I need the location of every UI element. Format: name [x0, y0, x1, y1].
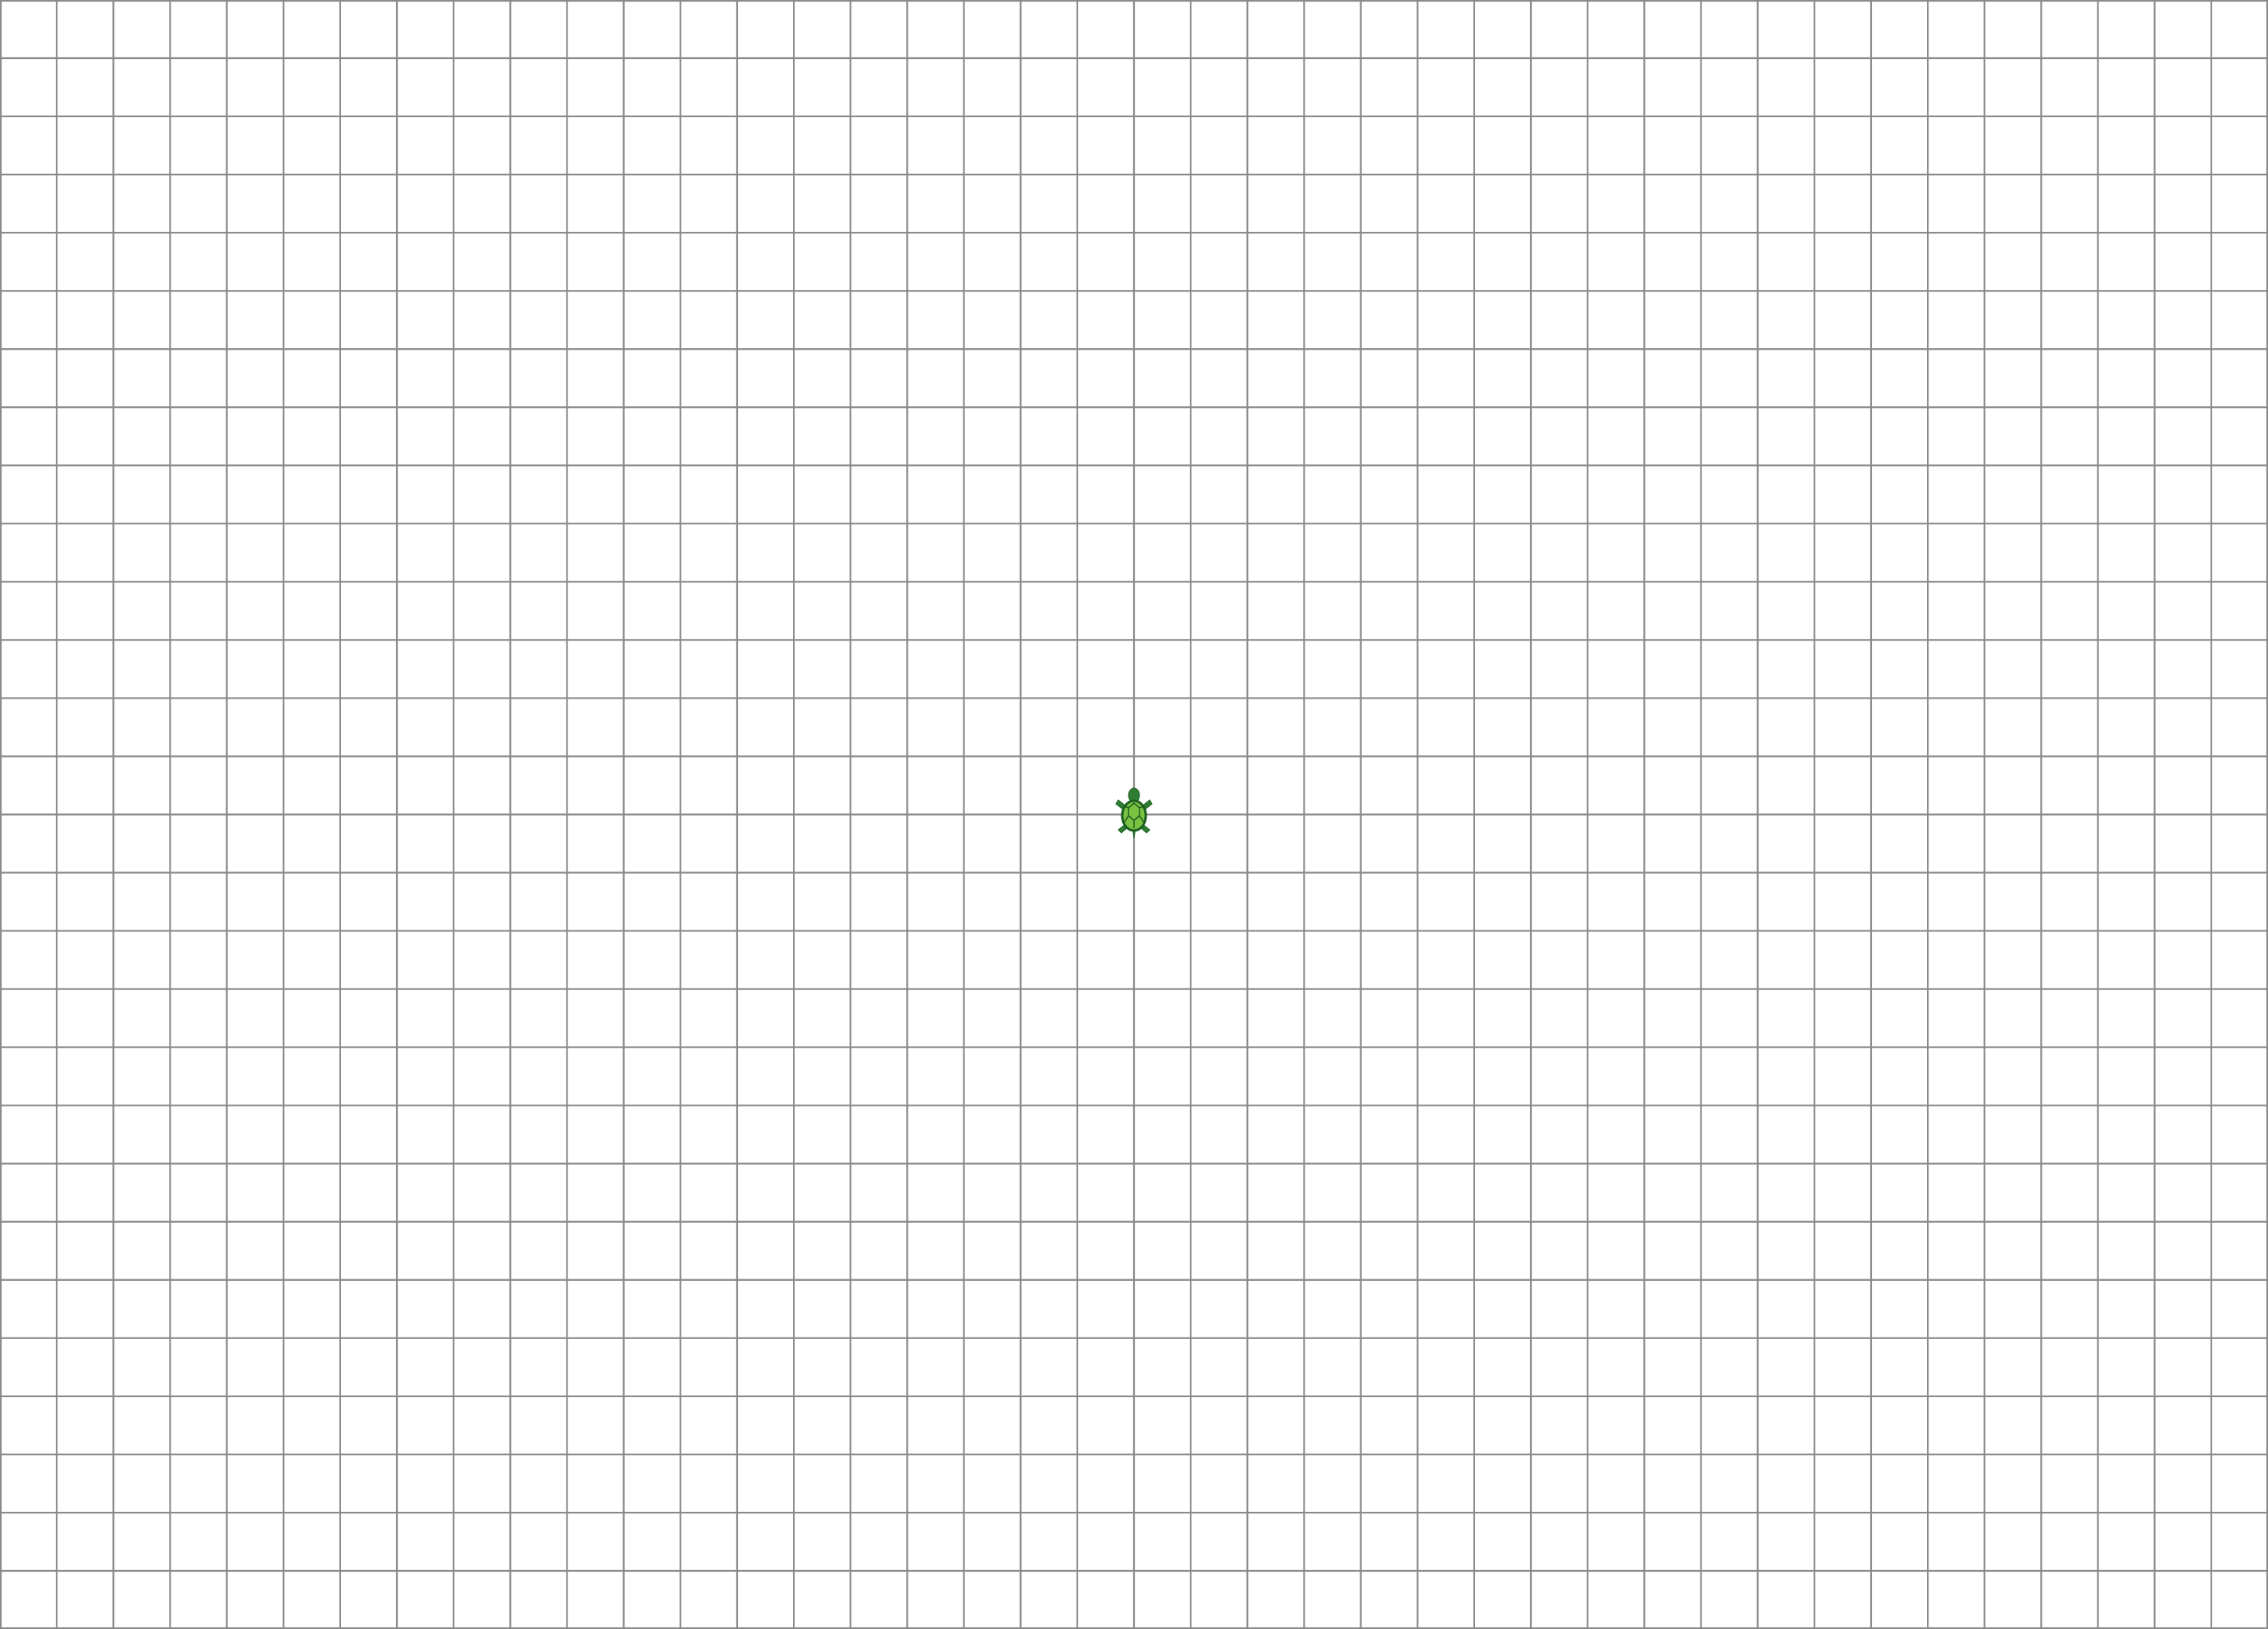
turtle-canvas[interactable]: [0, 0, 2268, 1629]
turtle-icon[interactable]: [1110, 787, 1158, 842]
